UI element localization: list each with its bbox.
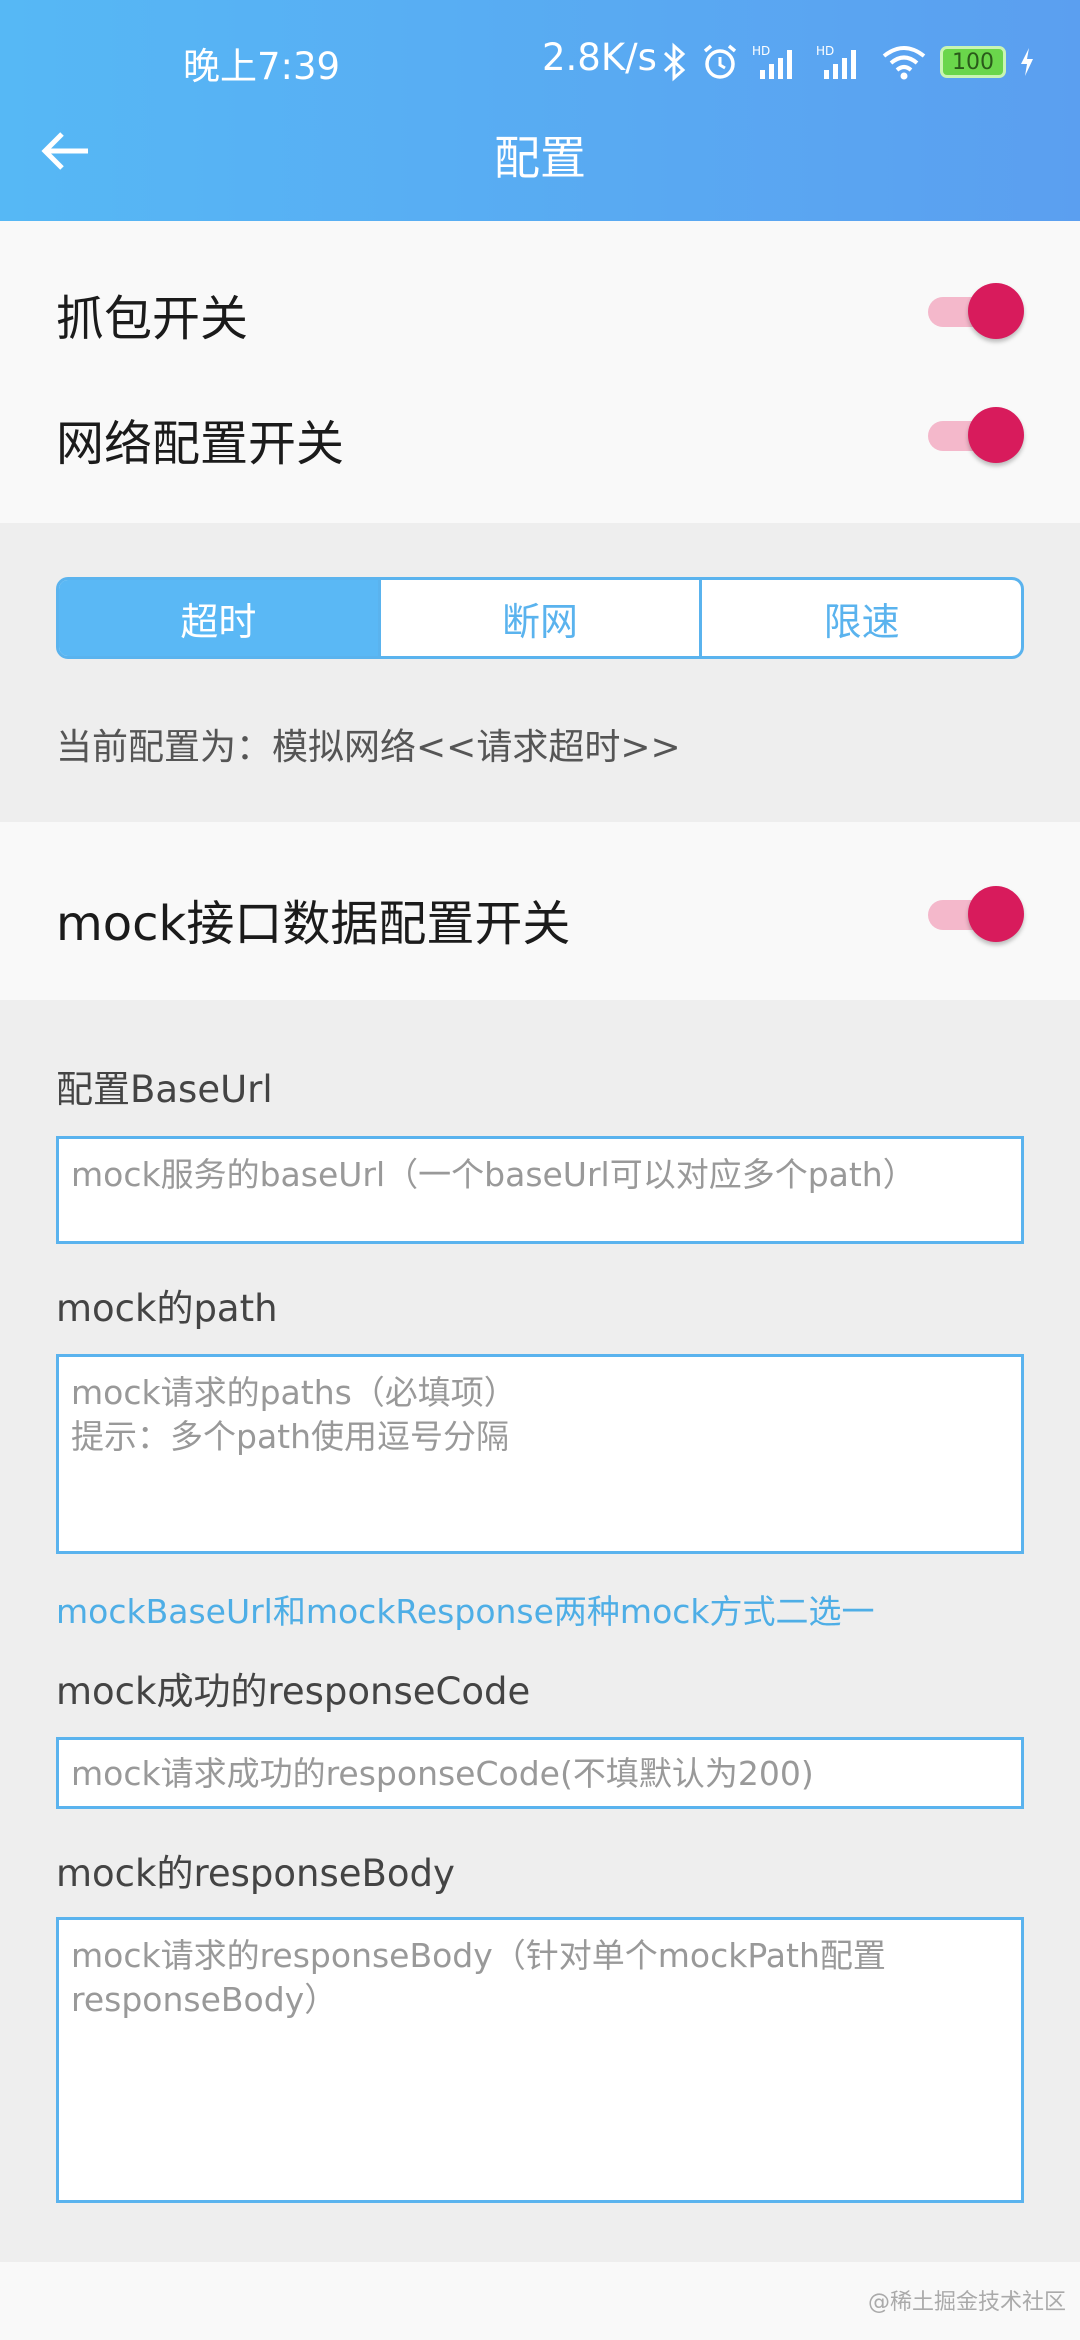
path-input[interactable] bbox=[56, 1354, 1024, 1554]
net-speed: 2.8K/s bbox=[542, 36, 657, 79]
network-mode-tabs: 超时 断网 限速 bbox=[56, 577, 1024, 659]
hd-signal-icon: HD bbox=[752, 42, 804, 82]
response-body-input[interactable] bbox=[56, 1917, 1024, 2203]
tab-timeout[interactable]: 超时 bbox=[59, 580, 378, 656]
capture-switch[interactable] bbox=[928, 281, 1024, 339]
tab-throttle[interactable]: 限速 bbox=[699, 580, 1021, 656]
app-bar: 晚上7:39 2.8K/s HD HD 100 配置 bbox=[0, 0, 1080, 221]
mock-switch[interactable] bbox=[928, 884, 1024, 942]
svg-text:HD: HD bbox=[816, 44, 834, 58]
path-label: mock的path bbox=[56, 1287, 278, 1330]
mock-switch-label: mock接口数据配置开关 bbox=[56, 896, 571, 952]
response-body-label: mock的responseBody bbox=[56, 1852, 455, 1895]
status-time: 晚上7:39 bbox=[183, 45, 341, 88]
watermark: @稀土掘金技术社区 bbox=[867, 2290, 1066, 2315]
wifi-icon bbox=[880, 42, 928, 82]
alarm-icon bbox=[700, 42, 740, 82]
bluetooth-icon bbox=[662, 42, 688, 82]
charging-icon bbox=[1018, 46, 1036, 78]
network-switch[interactable] bbox=[928, 405, 1024, 463]
base-url-label: 配置BaseUrl bbox=[56, 1068, 273, 1111]
network-switch-label: 网络配置开关 bbox=[56, 416, 345, 472]
status-icons: HD HD 100 bbox=[662, 34, 1036, 90]
capture-switch-label: 抓包开关 bbox=[56, 291, 249, 347]
page-title: 配置 bbox=[494, 131, 586, 185]
current-config-text: 当前配置为：模拟网络<<请求超时>> bbox=[56, 727, 681, 768]
status-bar: 晚上7:39 2.8K/s HD HD 100 bbox=[0, 28, 1080, 92]
tab-disconnect[interactable]: 断网 bbox=[377, 580, 700, 656]
battery-icon: 100 bbox=[940, 46, 1006, 78]
svg-text:HD: HD bbox=[752, 44, 770, 58]
mock-switch-section: mock接口数据配置开关 bbox=[0, 822, 1080, 1000]
base-url-input[interactable] bbox=[56, 1136, 1024, 1244]
response-code-input[interactable] bbox=[56, 1737, 1024, 1809]
capture-section: 抓包开关 网络配置开关 bbox=[0, 221, 1080, 523]
mock-mode-note: mockBaseUrl和mockResponse两种mock方式二选一 bbox=[56, 1592, 875, 1631]
hd-signal-icon: HD bbox=[816, 42, 868, 82]
response-code-label: mock成功的responseCode bbox=[56, 1670, 531, 1713]
